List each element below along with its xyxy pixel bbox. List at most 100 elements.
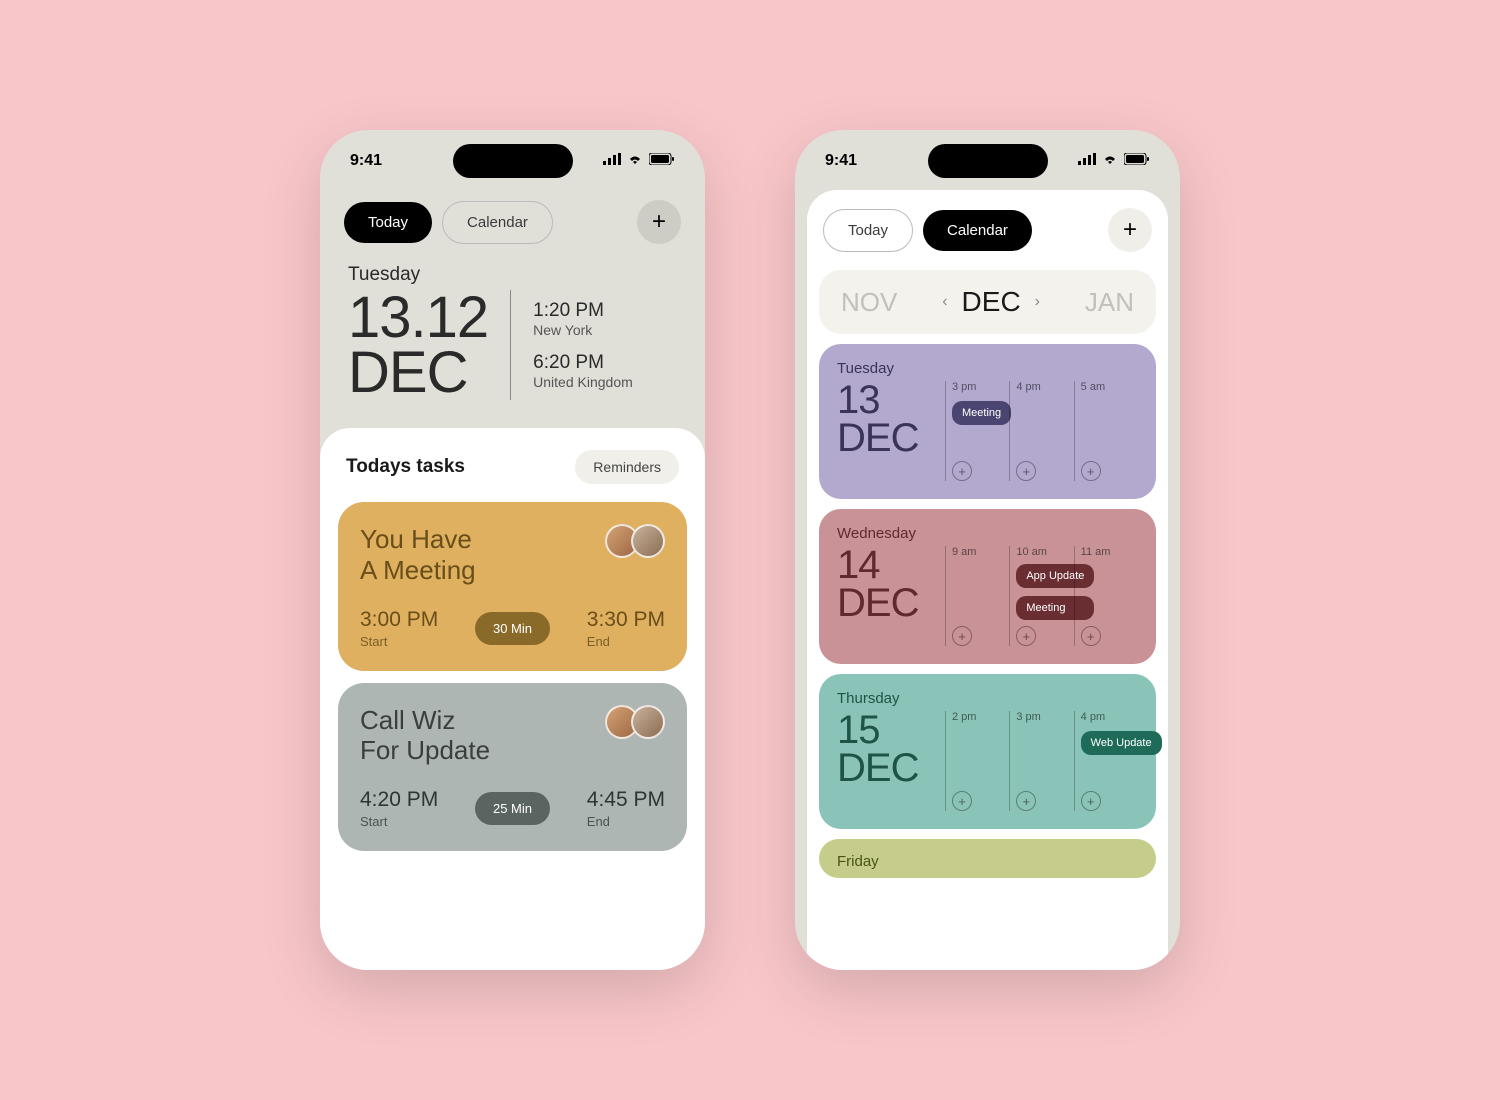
time-slots: 2 pm + 3 pm + 4 pm Web Update + xyxy=(945,711,1138,811)
task-title: Call Wiz For Update xyxy=(360,705,490,766)
slot-time: 11 am xyxy=(1081,546,1132,558)
task-title-line: Call Wiz xyxy=(360,705,490,736)
slot-time: 10 am xyxy=(1016,546,1067,558)
day-num: 15 xyxy=(837,711,931,749)
plus-icon: + xyxy=(652,208,666,236)
add-event-button[interactable]: + xyxy=(1016,626,1036,646)
status-icons xyxy=(1078,152,1150,170)
day-card[interactable]: Friday xyxy=(819,839,1156,878)
time-slot[interactable]: 2 pm + xyxy=(945,711,1009,811)
add-event-button[interactable]: + xyxy=(1081,626,1101,646)
day-card[interactable]: Tuesday 13 DEC 3 pm Meeting + 4 pm + xyxy=(819,344,1156,499)
duration-pill: 30 Min xyxy=(475,612,550,645)
day-num: 14 xyxy=(837,546,931,584)
end-label: End xyxy=(587,634,665,649)
tab-calendar[interactable]: Calendar xyxy=(923,210,1032,251)
tz-location: New York xyxy=(533,322,633,338)
big-date: 13.12 DEC xyxy=(348,290,488,400)
add-event-button[interactable]: + xyxy=(1081,791,1101,811)
add-event-button[interactable]: + xyxy=(1016,461,1036,481)
phone-calendar-view: 9:41 Today Calendar + NOV ‹ DEC › JAN Tu… xyxy=(795,130,1180,970)
duration-pill: 25 Min xyxy=(475,792,550,825)
timezone-entry: 1:20 PM New York xyxy=(533,300,633,338)
avatar xyxy=(631,705,665,739)
slot-time: 3 pm xyxy=(1016,711,1067,723)
start-label: Start xyxy=(360,634,438,649)
chevron-left-icon[interactable]: ‹ xyxy=(942,293,947,311)
add-event-button[interactable]: + xyxy=(1016,791,1036,811)
slot-time: 5 am xyxy=(1081,381,1132,393)
weekday-label: Tuesday xyxy=(348,264,677,286)
time-slot[interactable]: 10 am App Update Meeting + xyxy=(1009,546,1073,646)
day-name: Tuesday xyxy=(837,360,1138,377)
start-time-block: 3:00 PM Start xyxy=(360,608,438,649)
task-card[interactable]: Call Wiz For Update 4:20 PM Start 25 Min… xyxy=(338,683,687,851)
event-chip[interactable]: Meeting xyxy=(952,401,1011,425)
add-event-button[interactable]: + xyxy=(952,791,972,811)
month-picker: NOV ‹ DEC › JAN xyxy=(819,270,1156,334)
slot-time: 3 pm xyxy=(952,381,1003,393)
wifi-icon xyxy=(1102,152,1118,170)
time-slot[interactable]: 5 am + xyxy=(1074,381,1138,481)
event-chip[interactable]: Web Update xyxy=(1081,731,1162,755)
timezone-column: 1:20 PM New York 6:20 PM United Kingdom xyxy=(533,300,633,390)
toolbar: Today Calendar + xyxy=(320,182,705,244)
time-slots: 3 pm Meeting + 4 pm + 5 am + xyxy=(945,381,1138,481)
tasks-panel: Todays tasks Reminders You Have A Meetin… xyxy=(320,428,705,970)
day-month: DEC xyxy=(837,419,931,457)
avatar xyxy=(631,524,665,558)
tab-today[interactable]: Today xyxy=(823,209,913,252)
time-slots: 9 am + 10 am App Update Meeting + 11 am … xyxy=(945,546,1138,646)
date-block: Tuesday 13.12 DEC 1:20 PM New York 6:20 … xyxy=(320,244,705,428)
add-button[interactable]: + xyxy=(637,200,681,244)
day-big-date: 13 DEC xyxy=(837,381,931,481)
day-name: Thursday xyxy=(837,690,1138,707)
signal-icon xyxy=(603,152,621,170)
start-time: 3:00 PM xyxy=(360,608,438,632)
day-card[interactable]: Wednesday 14 DEC 9 am + 10 am App Update xyxy=(819,509,1156,664)
time-slot[interactable]: 11 am + xyxy=(1074,546,1138,646)
add-event-button[interactable]: + xyxy=(952,626,972,646)
end-time: 4:45 PM xyxy=(587,788,665,812)
task-title-line: A Meeting xyxy=(360,555,476,586)
time-slot[interactable]: 9 am + xyxy=(945,546,1009,646)
day-big-date: 15 DEC xyxy=(837,711,931,811)
add-event-button[interactable]: + xyxy=(1081,461,1101,481)
tab-calendar[interactable]: Calendar xyxy=(442,201,553,244)
day-card[interactable]: Thursday 15 DEC 2 pm + 3 pm + 4 xyxy=(819,674,1156,829)
date-month: DEC xyxy=(348,345,488,400)
slot-time: 4 pm xyxy=(1016,381,1067,393)
start-time-block: 4:20 PM Start xyxy=(360,788,438,829)
time-slot[interactable]: 3 pm Meeting + xyxy=(945,381,1009,481)
day-num: 13 xyxy=(837,381,931,419)
notch xyxy=(928,144,1048,178)
battery-icon xyxy=(1124,152,1150,170)
phone-today-view: 9:41 Today Calendar + Tuesday 13.12 DEC … xyxy=(320,130,705,970)
start-time: 4:20 PM xyxy=(360,788,438,812)
task-card[interactable]: You Have A Meeting 3:00 PM Start 30 Min … xyxy=(338,502,687,670)
slot-time: 9 am xyxy=(952,546,1003,558)
end-label: End xyxy=(587,814,665,829)
add-button[interactable]: + xyxy=(1108,208,1152,252)
attendee-avatars xyxy=(613,524,665,558)
end-time-block: 4:45 PM End xyxy=(587,788,665,829)
attendee-avatars xyxy=(613,705,665,739)
add-event-button[interactable]: + xyxy=(952,461,972,481)
time-slot[interactable]: 4 pm + xyxy=(1009,381,1073,481)
divider xyxy=(510,290,511,400)
notch xyxy=(453,144,573,178)
month-next[interactable]: JAN xyxy=(1085,287,1134,318)
chevron-right-icon[interactable]: › xyxy=(1035,293,1040,311)
status-time: 9:41 xyxy=(350,152,382,170)
time-slot[interactable]: 4 pm Web Update + xyxy=(1074,711,1138,811)
start-label: Start xyxy=(360,814,438,829)
reminders-button[interactable]: Reminders xyxy=(575,450,679,484)
toolbar: Today Calendar + xyxy=(807,190,1168,270)
day-name: Wednesday xyxy=(837,525,1138,542)
tab-today[interactable]: Today xyxy=(344,202,432,243)
day-big-date: 14 DEC xyxy=(837,546,931,646)
wifi-icon xyxy=(627,152,643,170)
month-prev[interactable]: NOV xyxy=(841,287,897,318)
task-title-line: For Update xyxy=(360,735,490,766)
time-slot[interactable]: 3 pm + xyxy=(1009,711,1073,811)
